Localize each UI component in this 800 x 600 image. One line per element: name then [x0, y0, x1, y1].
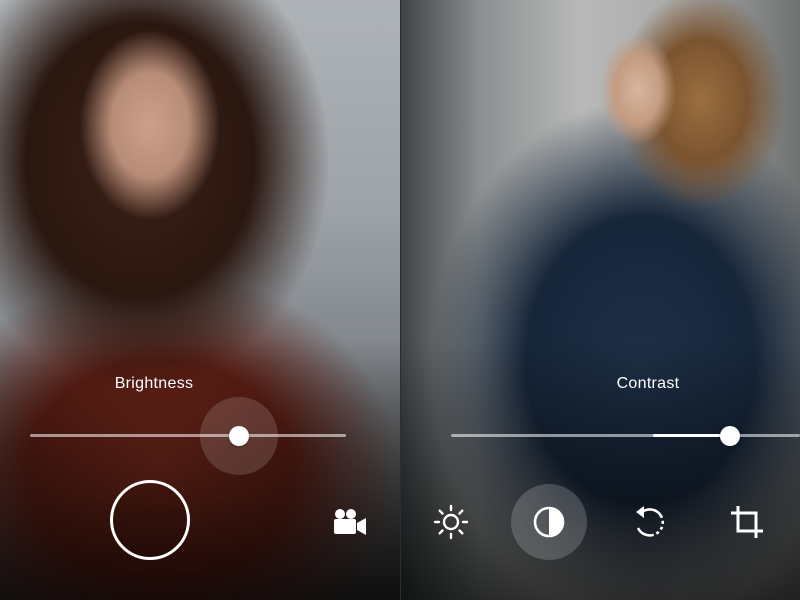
contrast-screen: Contrast — [401, 0, 800, 600]
bottom-gradient — [401, 340, 800, 600]
brightness-slider[interactable] — [30, 396, 346, 475]
slider-fill — [653, 434, 731, 437]
rotate-icon — [636, 506, 665, 537]
tool-crop[interactable] — [727, 502, 767, 542]
shutter-button[interactable] — [110, 480, 190, 560]
video-camera-icon — [334, 509, 366, 535]
slider-thumb[interactable] — [720, 425, 741, 446]
video-mode-button[interactable] — [330, 502, 370, 542]
contrast-slider[interactable] — [451, 425, 800, 446]
bottom-gradient — [0, 340, 400, 600]
adjustment-label: Contrast — [616, 375, 680, 392]
contrast-icon — [533, 506, 565, 538]
slider-thumb[interactable] — [228, 425, 249, 446]
slider-track[interactable] — [451, 434, 800, 437]
slider-track[interactable] — [30, 434, 346, 437]
tool-contrast[interactable] — [529, 502, 569, 542]
tool-rotate[interactable] — [629, 502, 669, 542]
adjustment-label: Brightness — [114, 375, 194, 392]
crop-icon — [731, 506, 763, 538]
sun-icon — [433, 504, 469, 540]
brightness-screen: Brightness — [0, 0, 400, 600]
tool-brightness[interactable] — [431, 502, 471, 542]
